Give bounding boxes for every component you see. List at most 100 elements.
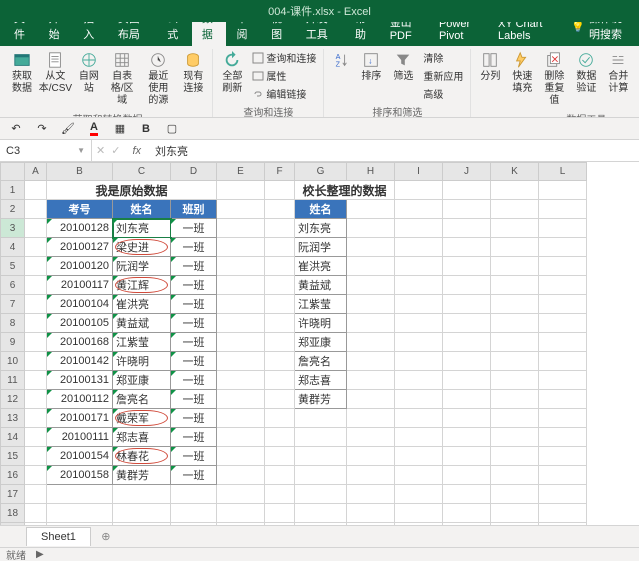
- cell-I16[interactable]: [395, 466, 443, 485]
- cell-K6[interactable]: [491, 276, 539, 295]
- cell-D3[interactable]: 一班: [171, 219, 217, 238]
- cell-C13[interactable]: 戴荣军: [113, 409, 171, 428]
- col-header-F[interactable]: F: [265, 163, 295, 181]
- cell-I4[interactable]: [395, 238, 443, 257]
- row-header-12[interactable]: 12: [1, 390, 25, 409]
- add-sheet-button[interactable]: ⊕: [95, 528, 117, 546]
- cell-E11[interactable]: [217, 371, 265, 390]
- cell-H11[interactable]: [347, 371, 395, 390]
- cell-I18[interactable]: [395, 504, 443, 523]
- text-to-cols-button[interactable]: 分列: [475, 49, 505, 85]
- cell-E6[interactable]: [217, 276, 265, 295]
- cell-K15[interactable]: [491, 447, 539, 466]
- cell-L10[interactable]: [539, 352, 587, 371]
- cell-F10[interactable]: [265, 352, 295, 371]
- cell-G13[interactable]: [295, 409, 347, 428]
- cell-H6[interactable]: [347, 276, 395, 295]
- cell-D14[interactable]: 一班: [171, 428, 217, 447]
- enter-icon[interactable]: ✓: [111, 144, 120, 157]
- cell-K4[interactable]: [491, 238, 539, 257]
- cell-B5[interactable]: 20100120: [47, 257, 113, 276]
- select-all-corner[interactable]: [1, 163, 25, 181]
- col-header-E[interactable]: E: [217, 163, 265, 181]
- cell-C14[interactable]: 郑志喜: [113, 428, 171, 447]
- cell-I13[interactable]: [395, 409, 443, 428]
- cell-A8[interactable]: [25, 314, 47, 333]
- cell-F6[interactable]: [265, 276, 295, 295]
- cell-L3[interactable]: [539, 219, 587, 238]
- cell-C16[interactable]: 黄群芳: [113, 466, 171, 485]
- edit-links-button[interactable]: 编辑链接: [249, 85, 319, 102]
- cell-G5[interactable]: 崔洪亮: [295, 257, 347, 276]
- cell-G14[interactable]: [295, 428, 347, 447]
- cancel-icon[interactable]: ✕: [96, 144, 105, 157]
- cell-I12[interactable]: [395, 390, 443, 409]
- cell-I17[interactable]: [395, 485, 443, 504]
- cell-D11[interactable]: 一班: [171, 371, 217, 390]
- cell-K17[interactable]: [491, 485, 539, 504]
- cell-A11[interactable]: [25, 371, 47, 390]
- cell-H7[interactable]: [347, 295, 395, 314]
- cell-H8[interactable]: [347, 314, 395, 333]
- cell-G15[interactable]: [295, 447, 347, 466]
- cell-H4[interactable]: [347, 238, 395, 257]
- redo-icon[interactable]: ↷: [32, 120, 52, 138]
- cell-G4[interactable]: 阮润学: [295, 238, 347, 257]
- cell-J5[interactable]: [443, 257, 491, 276]
- from-csv-button[interactable]: 从文本/CSV: [39, 49, 72, 97]
- cell-C5[interactable]: 阮润学: [113, 257, 171, 276]
- from-web-button[interactable]: 自网站: [74, 49, 104, 97]
- cell-A15[interactable]: [25, 447, 47, 466]
- cell-E4[interactable]: [217, 238, 265, 257]
- cell-L9[interactable]: [539, 333, 587, 352]
- cell-B3[interactable]: 20100128: [47, 219, 113, 238]
- cell-B18[interactable]: [47, 504, 113, 523]
- cell-J9[interactable]: [443, 333, 491, 352]
- cell-C4[interactable]: 梁史进: [113, 238, 171, 257]
- cell-D15[interactable]: 一班: [171, 447, 217, 466]
- col-header-H[interactable]: H: [347, 163, 395, 181]
- cell-D2[interactable]: 班别: [171, 200, 217, 219]
- col-header-G[interactable]: G: [295, 163, 347, 181]
- cell-E2[interactable]: [217, 200, 265, 219]
- cell-E12[interactable]: [217, 390, 265, 409]
- cell-A16[interactable]: [25, 466, 47, 485]
- bold-button[interactable]: B: [136, 120, 156, 138]
- font-color-icon[interactable]: A: [84, 120, 104, 138]
- cell-I3[interactable]: [395, 219, 443, 238]
- cell-G11[interactable]: 郑志喜: [295, 371, 347, 390]
- cell-A1[interactable]: [25, 181, 47, 200]
- cell-F15[interactable]: [265, 447, 295, 466]
- cell-K9[interactable]: [491, 333, 539, 352]
- cell-F11[interactable]: [265, 371, 295, 390]
- cell-B7[interactable]: 20100104: [47, 295, 113, 314]
- cell-H12[interactable]: [347, 390, 395, 409]
- cell-A18[interactable]: [25, 504, 47, 523]
- cell-C17[interactable]: [113, 485, 171, 504]
- cell-L18[interactable]: [539, 504, 587, 523]
- cell-D18[interactable]: [171, 504, 217, 523]
- cell-K8[interactable]: [491, 314, 539, 333]
- data-validation-button[interactable]: 数据验证: [571, 49, 601, 97]
- macro-record-icon[interactable]: ▶: [36, 549, 44, 560]
- row-header-16[interactable]: 16: [1, 466, 25, 485]
- row-header-6[interactable]: 6: [1, 276, 25, 295]
- cell-K14[interactable]: [491, 428, 539, 447]
- row-header-17[interactable]: 17: [1, 485, 25, 504]
- row-header-11[interactable]: 11: [1, 371, 25, 390]
- filter-button[interactable]: 筛选: [388, 49, 418, 85]
- cell-K12[interactable]: [491, 390, 539, 409]
- cell-I6[interactable]: [395, 276, 443, 295]
- row-header-1[interactable]: 1: [1, 181, 25, 200]
- cell-J2[interactable]: [443, 200, 491, 219]
- cell-I8[interactable]: [395, 314, 443, 333]
- cell-D7[interactable]: 一班: [171, 295, 217, 314]
- undo-icon[interactable]: ↶: [6, 120, 26, 138]
- cell-A6[interactable]: [25, 276, 47, 295]
- cell-L7[interactable]: [539, 295, 587, 314]
- cell-B1[interactable]: 我是原始数据: [47, 181, 217, 200]
- row-header-9[interactable]: 9: [1, 333, 25, 352]
- cell-B12[interactable]: 20100112: [47, 390, 113, 409]
- cell-E16[interactable]: [217, 466, 265, 485]
- cell-J14[interactable]: [443, 428, 491, 447]
